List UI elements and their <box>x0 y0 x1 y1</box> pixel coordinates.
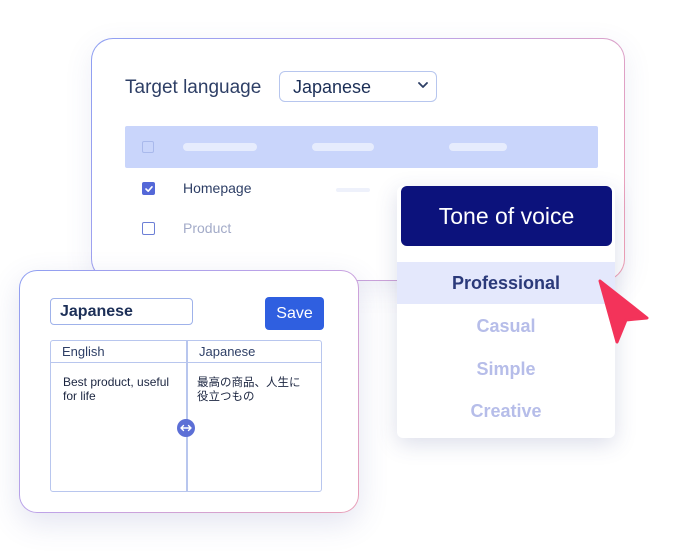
tone-option-professional[interactable]: Professional <box>397 262 615 304</box>
select-all-checkbox[interactable] <box>142 141 154 153</box>
target-column-header: Japanese <box>199 344 256 359</box>
language-field[interactable]: Japanese <box>50 298 193 325</box>
table-header <box>125 126 598 168</box>
source-text[interactable]: Best product, useful for life <box>63 375 181 403</box>
tone-option-casual[interactable]: Casual <box>397 305 615 347</box>
language-field-value: Japanese <box>60 303 133 320</box>
source-column-header: English <box>62 344 105 359</box>
tone-of-voice-button[interactable]: Tone of voice <box>401 186 612 246</box>
row-label: Homepage <box>183 180 252 196</box>
tone-option-creative[interactable]: Creative <box>397 390 615 432</box>
translation-grid: English Japanese Best product, useful fo… <box>50 340 322 492</box>
column-divider[interactable] <box>186 341 188 491</box>
target-language-label: Target language <box>125 77 262 98</box>
target-language-select[interactable]: Japanese <box>279 71 437 102</box>
checkbox-empty-icon[interactable] <box>142 222 155 235</box>
chevron-down-icon <box>418 82 428 88</box>
save-button[interactable]: Save <box>265 297 324 330</box>
row-placeholder-bar <box>336 188 370 192</box>
header-placeholder-bar <box>183 143 257 151</box>
translation-editor-card: Japanese Save English Japanese Best prod… <box>19 270 359 513</box>
swap-arrows-icon[interactable] <box>177 419 195 437</box>
tone-of-voice-dropdown: Tone of voice Professional Casual Simple… <box>397 186 615 438</box>
header-placeholder-bar <box>312 143 374 151</box>
target-language-value: Japanese <box>293 77 372 97</box>
table-row[interactable]: Product <box>125 217 425 241</box>
pointer-cursor-icon <box>598 279 649 344</box>
table-row[interactable]: Homepage <box>125 177 425 201</box>
tone-option-simple[interactable]: Simple <box>397 348 615 390</box>
checkbox-checked-icon[interactable] <box>142 182 155 195</box>
header-placeholder-bar <box>449 143 507 151</box>
target-text[interactable]: 最高の商品、人生に役立つもの <box>197 375 309 403</box>
row-label: Product <box>183 220 232 236</box>
